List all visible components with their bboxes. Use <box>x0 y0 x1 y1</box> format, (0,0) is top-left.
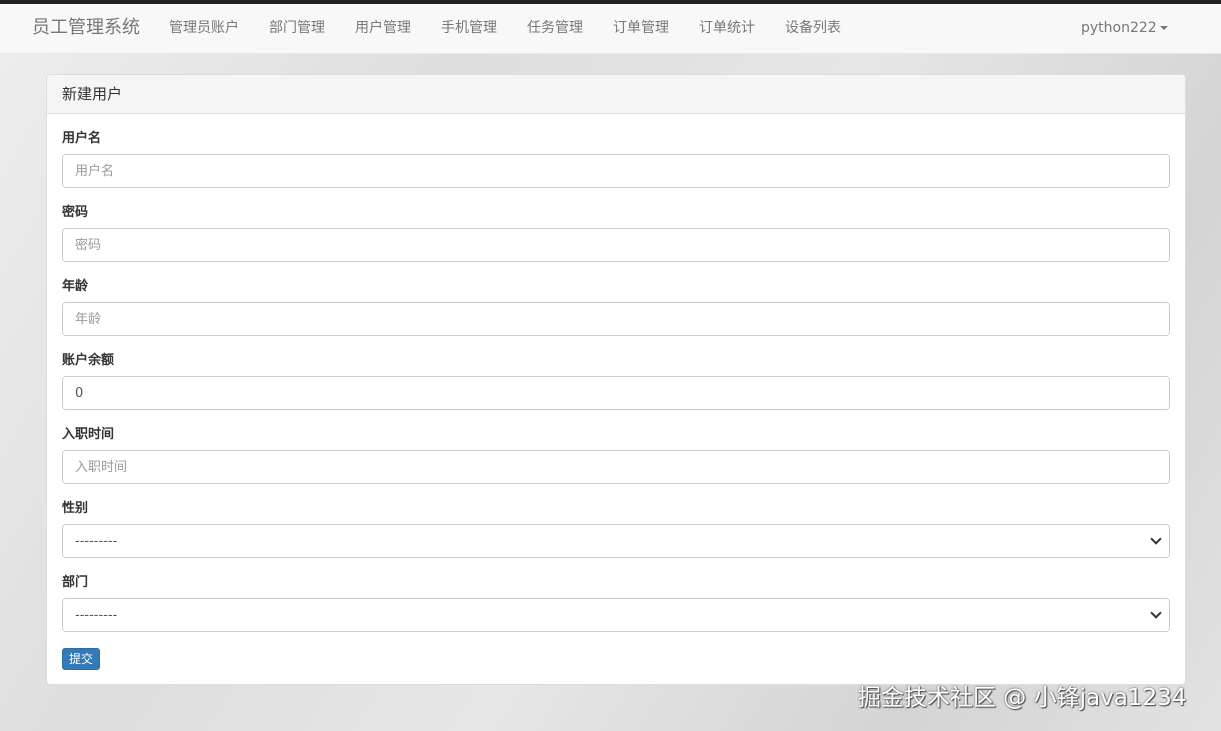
gender-select[interactable]: --------- <box>62 524 1170 558</box>
balance-label: 账户余额 <box>62 353 115 368</box>
hire-date-label: 入职时间 <box>62 427 115 442</box>
new-user-panel: 新建用户 用户名 密码 年龄 账户余额 入职时间 性别 --------- <box>46 74 1186 685</box>
gender-select-wrap: --------- <box>62 524 1170 558</box>
user-name: python222 <box>1081 20 1157 36</box>
form-group-password: 密码 <box>62 202 1170 276</box>
form-group-gender: 性别 --------- <box>62 498 1170 572</box>
navbar: 员工管理系统 管理员账户 部门管理 用户管理 手机管理 任务管理 订单管理 订单… <box>0 4 1221 54</box>
password-input[interactable] <box>62 228 1170 262</box>
department-select-wrap: --------- <box>62 598 1170 632</box>
caret-down-icon <box>1159 26 1168 30</box>
hire-date-input[interactable] <box>62 450 1170 484</box>
nav-link-departments[interactable]: 部门管理 <box>269 4 325 54</box>
balance-input[interactable] <box>62 376 1170 410</box>
username-input[interactable] <box>62 154 1170 188</box>
panel-title: 新建用户 <box>47 75 1185 114</box>
nav-link-orders[interactable]: 订单管理 <box>613 4 669 54</box>
brand-title[interactable]: 员工管理系统 <box>32 4 140 54</box>
nav-link-order-stats[interactable]: 订单统计 <box>699 4 755 54</box>
username-label: 用户名 <box>62 131 102 146</box>
form-group-age: 年龄 <box>62 276 1170 350</box>
form-group-balance: 账户余额 <box>62 350 1170 424</box>
age-label: 年龄 <box>62 279 89 294</box>
nav-link-tasks[interactable]: 任务管理 <box>527 4 583 54</box>
age-input[interactable] <box>62 302 1170 336</box>
submit-button[interactable]: 提交 <box>62 648 101 670</box>
gender-label: 性别 <box>62 501 89 516</box>
nav-link-users[interactable]: 用户管理 <box>355 4 411 54</box>
new-user-form: 用户名 密码 年龄 账户余额 入职时间 性别 --------- <box>47 114 1185 646</box>
form-group-hire-date: 入职时间 <box>62 424 1170 498</box>
watermark-text: 掘金技术社区 @ 小锋java1234 <box>858 685 1187 711</box>
nav-link-devices[interactable]: 设备列表 <box>785 4 841 54</box>
form-group-department: 部门 --------- <box>62 572 1170 646</box>
password-label: 密码 <box>62 205 89 220</box>
department-label: 部门 <box>62 575 89 590</box>
form-group-username: 用户名 <box>62 128 1170 202</box>
department-select[interactable]: --------- <box>62 598 1170 632</box>
nav-link-admin-accounts[interactable]: 管理员账户 <box>169 4 239 54</box>
user-menu[interactable]: python222 <box>1081 4 1168 54</box>
nav-link-phones[interactable]: 手机管理 <box>441 4 497 54</box>
